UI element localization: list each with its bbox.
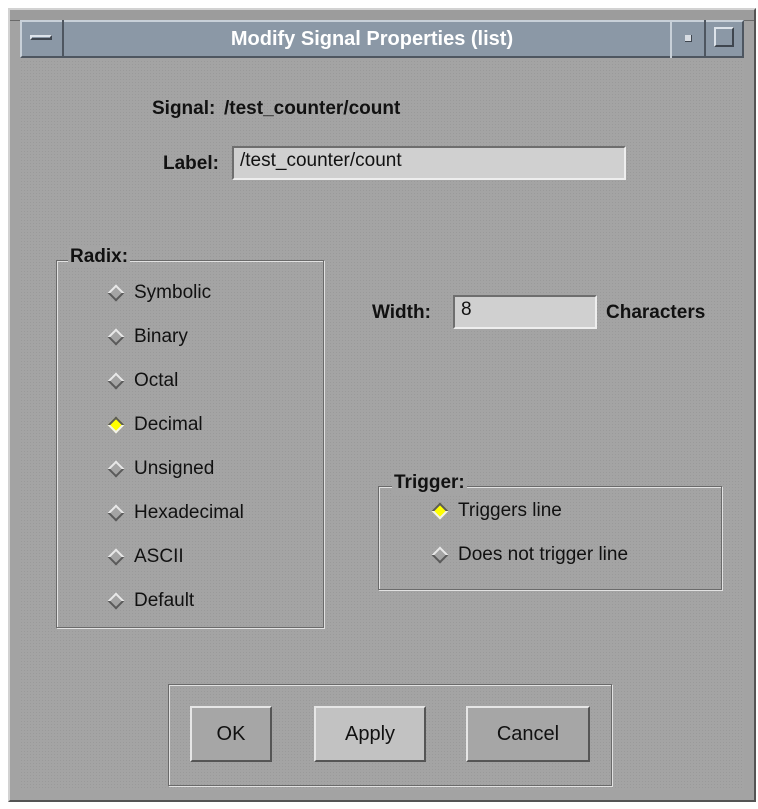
radix-option[interactable]: Default [104, 586, 194, 616]
window-title: Modify Signal Properties (list) [230, 28, 514, 50]
trigger-option[interactable]: Triggers line [428, 496, 562, 526]
radio-diamond-icon[interactable] [107, 548, 125, 566]
dialog-body: Signal: /test_counter/count Label: /test… [20, 60, 744, 790]
window-menu-icon [30, 35, 52, 40]
radio-diamond-icon[interactable] [107, 416, 125, 434]
radio-diamond-icon[interactable] [107, 504, 125, 522]
radix-option-label: ASCII [134, 546, 184, 567]
radio-diamond-icon[interactable] [107, 284, 125, 302]
radix-option-label: Unsigned [134, 458, 215, 479]
title-bar[interactable]: Modify Signal Properties (list) [20, 20, 744, 58]
maximize-icon [714, 27, 734, 47]
radix-option-label: Default [134, 590, 195, 611]
ok-button[interactable]: OK [190, 706, 272, 762]
radio-diamond-icon[interactable] [107, 328, 125, 346]
trigger-group-title: Trigger: [392, 472, 467, 494]
trigger-option-label: Triggers line [458, 500, 562, 521]
radix-option[interactable]: Symbolic [104, 278, 211, 308]
radio-diamond-icon[interactable] [107, 372, 125, 390]
radix-option[interactable]: ASCII [104, 542, 184, 572]
radix-option[interactable]: Hexadecimal [104, 498, 244, 528]
apply-button[interactable]: Apply [314, 706, 426, 762]
label-field-label: Label: [163, 153, 219, 174]
trigger-option-label: Does not trigger line [458, 544, 629, 565]
radix-option-label: Symbolic [134, 282, 212, 303]
dialog-window: Modify Signal Properties (list) Signal: … [8, 8, 756, 802]
radix-option[interactable]: Decimal [104, 410, 203, 440]
radio-diamond-icon[interactable] [107, 592, 125, 610]
width-input[interactable]: 8 [453, 295, 597, 329]
radio-diamond-icon[interactable] [431, 502, 449, 520]
maximize-button[interactable] [706, 20, 744, 58]
signal-label: Signal: [152, 98, 216, 119]
trigger-option[interactable]: Does not trigger line [428, 540, 628, 570]
radix-option[interactable]: Octal [104, 366, 178, 396]
radix-group-title: Radix: [68, 246, 131, 268]
radix-option-label: Hexadecimal [134, 502, 244, 523]
signal-value: /test_counter/count [224, 98, 401, 119]
radix-option-label: Decimal [134, 414, 203, 435]
radio-diamond-icon[interactable] [107, 460, 125, 478]
window-menu-button[interactable] [22, 20, 64, 58]
cancel-button[interactable]: Cancel [466, 706, 590, 762]
radix-option[interactable]: Unsigned [104, 454, 214, 484]
minimize-icon [685, 35, 692, 42]
label-input[interactable]: /test_counter/count [232, 146, 626, 180]
minimize-button[interactable] [670, 20, 706, 58]
radix-option-label: Binary [134, 326, 188, 347]
radix-option-label: Octal [134, 370, 179, 391]
radix-option[interactable]: Binary [104, 322, 188, 352]
width-units-label: Characters [606, 302, 706, 323]
radix-group [56, 260, 324, 628]
radio-diamond-icon[interactable] [431, 546, 449, 564]
width-label: Width: [372, 302, 431, 323]
